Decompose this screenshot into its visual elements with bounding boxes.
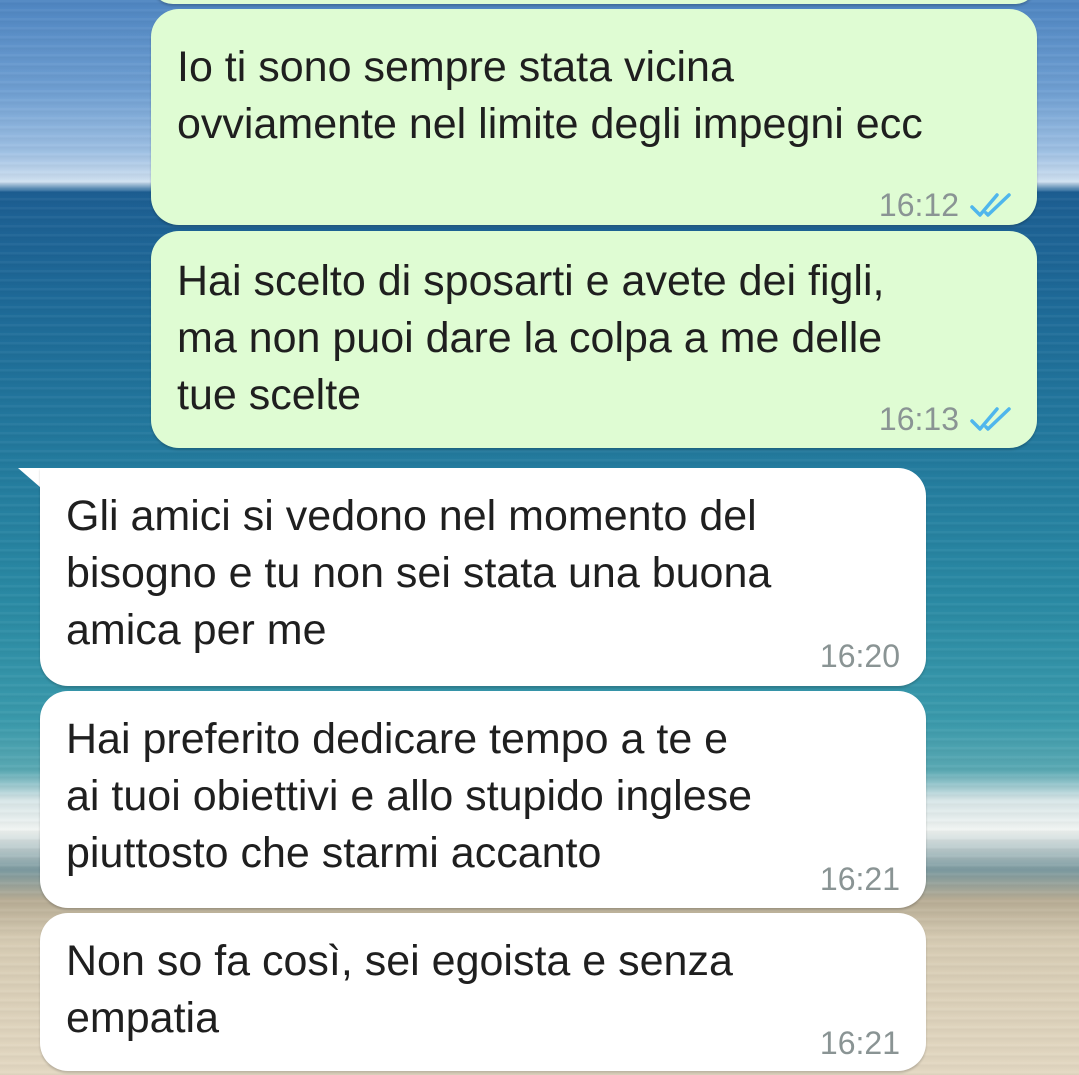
message-meta: 16:13 [879, 391, 1015, 448]
double-check-read-icon [970, 192, 1011, 217]
message-bubble-outgoing[interactable]: Io ti sono sempre stata vicina ovviament… [151, 9, 1037, 225]
message-meta: 16:20 [820, 628, 900, 685]
message-text: Gli amici si vedono nel momento del biso… [66, 492, 772, 654]
message-bubble-incoming[interactable]: Hai preferito dedicare tempo a te e ai t… [40, 691, 926, 908]
message-text: Hai preferito dedicare tempo a te e ai t… [66, 715, 753, 877]
message-meta: 16:21 [820, 1015, 900, 1072]
message-meta: 16:21 [820, 851, 900, 908]
message-time: 16:12 [878, 187, 959, 223]
double-check-read-icon [970, 406, 1011, 431]
message-text: Io ti sono sempre stata vicina ovviament… [177, 43, 923, 148]
message-bubble-incoming[interactable]: Gli amici si vedono nel momento del biso… [40, 468, 926, 686]
message-bubble-cutoff[interactable] [151, 0, 1037, 4]
message-time: 16:20 [819, 638, 900, 674]
message-bubble-outgoing[interactable]: Hai scelto di sposarti e avete dei figli… [151, 231, 1037, 448]
message-time: 16:13 [878, 401, 959, 437]
message-text: Non so fa così, sei egoista e senza empa… [66, 937, 733, 1042]
message-meta: 16:12 [879, 177, 1015, 234]
message-time: 16:21 [819, 861, 900, 897]
message-time: 16:21 [819, 1025, 900, 1061]
message-bubble-incoming[interactable]: Non so fa così, sei egoista e senza empa… [40, 913, 926, 1071]
